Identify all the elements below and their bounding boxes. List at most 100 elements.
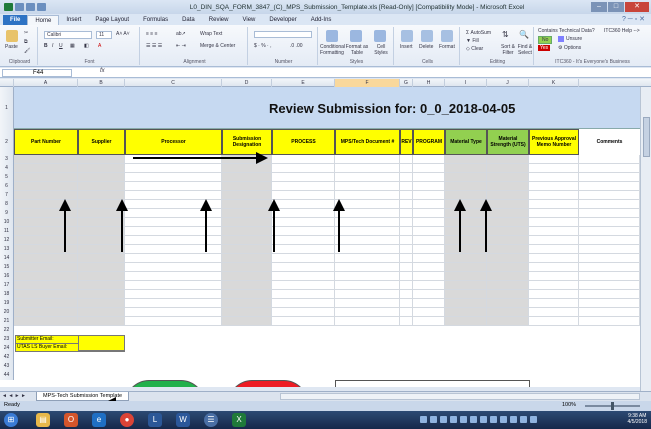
format-table-button[interactable]: Format as Table [344, 44, 370, 56]
tray-icon[interactable] [430, 416, 437, 423]
save-icon[interactable] [15, 3, 24, 11]
help-icon[interactable]: ? ─ ▫ ✕ [622, 15, 645, 25]
app-icon[interactable]: ☰ [204, 413, 218, 427]
tray-icon[interactable] [530, 416, 537, 423]
tab-view[interactable]: View [235, 15, 262, 25]
indent-icon[interactable]: ⇤ ⇥ [176, 43, 186, 49]
cell-styles-icon[interactable] [374, 30, 386, 42]
itc-unsure-button[interactable]: Unsure [566, 36, 582, 42]
underline-button[interactable]: U [59, 43, 63, 49]
copy-icon[interactable]: ⧉ [24, 39, 28, 45]
autosum-button[interactable]: Σ AutoSum [466, 30, 491, 36]
vertical-scrollbar[interactable] [640, 87, 651, 391]
font-color-icon[interactable]: A [98, 43, 101, 49]
orientation-icon[interactable]: ab↗ [176, 31, 186, 37]
column-header-a[interactable]: A [14, 79, 78, 87]
column-header-g[interactable]: G [400, 79, 413, 87]
tray-icon[interactable] [510, 416, 517, 423]
fx-icon[interactable]: fx [100, 68, 105, 74]
bold-button[interactable]: B [44, 43, 48, 49]
column-header-b[interactable]: B [78, 79, 125, 87]
column-header-c[interactable]: C [125, 79, 222, 87]
paste-icon[interactable] [6, 30, 18, 42]
excel-taskbar-icon[interactable]: X [232, 413, 246, 427]
format-cells-icon[interactable] [441, 30, 453, 42]
format-painter-icon[interactable]: 🖌 [24, 48, 30, 54]
conditional-formatting-icon[interactable] [326, 30, 338, 42]
grow-font-icon[interactable]: A˄ A˅ [116, 31, 130, 37]
tab-developer[interactable]: Developer [262, 15, 303, 25]
redo-icon[interactable] [37, 3, 46, 11]
tray-icon[interactable] [490, 416, 497, 423]
sheet-nav-buttons[interactable]: ◄ ◄ ► ► [2, 392, 26, 401]
select-all-corner[interactable] [0, 79, 14, 87]
maximize-button[interactable]: □ [608, 2, 624, 12]
tray-icon[interactable] [480, 416, 487, 423]
number-format-select[interactable] [254, 31, 312, 38]
column-header-j[interactable]: J [487, 79, 529, 87]
format-button[interactable]: Format [439, 44, 455, 50]
itc-options-button[interactable]: ⚙ Options [558, 45, 581, 51]
column-header-i[interactable]: I [445, 79, 487, 87]
font-name-select[interactable]: Calibri [44, 31, 92, 39]
currency-icon[interactable]: $ · % · , [254, 43, 272, 49]
tray-icon[interactable] [450, 416, 457, 423]
conditional-formatting-button[interactable]: Conditional Formatting [320, 44, 345, 56]
tray-icon[interactable] [500, 416, 507, 423]
tray-icon[interactable] [470, 416, 477, 423]
insert-cells-icon[interactable] [401, 30, 413, 42]
start-icon[interactable]: ⊞ [4, 413, 18, 427]
tab-page-layout[interactable]: Page Layout [88, 15, 136, 25]
zoom-level[interactable]: 100% [562, 402, 576, 408]
column-header-e[interactable]: E [272, 79, 335, 87]
lync-icon[interactable]: L [148, 413, 162, 427]
column-header-d[interactable]: D [222, 79, 272, 87]
tray-icon[interactable] [420, 416, 427, 423]
sort-filter-button[interactable]: Sort & Filter [500, 44, 516, 56]
itc-yes-button[interactable]: Yes [538, 45, 551, 51]
worksheet-grid[interactable]: Review Submission for: 0_0_2018-04-05 Pa… [0, 87, 640, 387]
paste-button[interactable]: Paste [5, 44, 18, 50]
tab-insert[interactable]: Insert [59, 15, 88, 25]
tab-add-ins[interactable]: Add-Ins [304, 15, 339, 25]
tab-review[interactable]: Review [202, 15, 236, 25]
chrome-icon[interactable]: ● [120, 413, 134, 427]
format-table-icon[interactable] [350, 30, 362, 42]
column-header-k[interactable]: K [529, 79, 579, 87]
tray-icon[interactable] [460, 416, 467, 423]
column-header-h[interactable]: H [413, 79, 445, 87]
itc-help-link[interactable]: ITC360 Help --> [604, 28, 640, 34]
delete-cells-icon[interactable] [421, 30, 433, 42]
wrap-text-button[interactable]: Wrap Text [200, 31, 222, 37]
merge-center-button[interactable]: Merge & Center [200, 43, 235, 49]
insert-button[interactable]: Insert [400, 44, 413, 50]
sort-filter-icon[interactable]: ⇅ [502, 30, 509, 39]
tab-file[interactable]: File [3, 15, 28, 25]
ie-icon[interactable]: e [92, 413, 106, 427]
close-button[interactable]: ✕ [625, 2, 649, 12]
align-left-icon[interactable]: ☰ ☰ ☰ [146, 43, 162, 49]
zoom-slider[interactable] [585, 402, 640, 410]
font-size-select[interactable]: 11 [96, 31, 112, 39]
minimize-button[interactable]: – [591, 2, 607, 12]
horizontal-scrollbar[interactable] [280, 393, 640, 400]
name-box[interactable]: F44 [2, 69, 72, 77]
fill-color-icon[interactable]: ◧ [84, 43, 89, 49]
column-header-f[interactable]: F [335, 79, 400, 87]
find-select-button[interactable]: Find & Select [517, 44, 533, 56]
outlook-icon[interactable]: O [64, 413, 78, 427]
find-icon[interactable]: 🔍 [519, 30, 529, 39]
cut-icon[interactable]: ✂ [24, 30, 28, 36]
tray-icon[interactable] [440, 416, 447, 423]
word-icon[interactable]: W [176, 413, 190, 427]
tab-formulas[interactable]: Formulas [136, 15, 175, 25]
clear-button[interactable]: ◇ Clear [466, 46, 483, 52]
fill-button[interactable]: ▼ Fill [466, 38, 479, 44]
align-top-icon[interactable]: ≡ ≡ ≡ [146, 31, 158, 37]
clock[interactable]: 9:38 AM 4/5/2018 [628, 413, 647, 425]
scroll-thumb[interactable] [643, 117, 650, 157]
explorer-icon[interactable]: ▤ [36, 413, 50, 427]
tray-icon[interactable] [520, 416, 527, 423]
cell-styles-button[interactable]: Cell Styles [370, 44, 392, 56]
undo-icon[interactable] [26, 3, 35, 11]
